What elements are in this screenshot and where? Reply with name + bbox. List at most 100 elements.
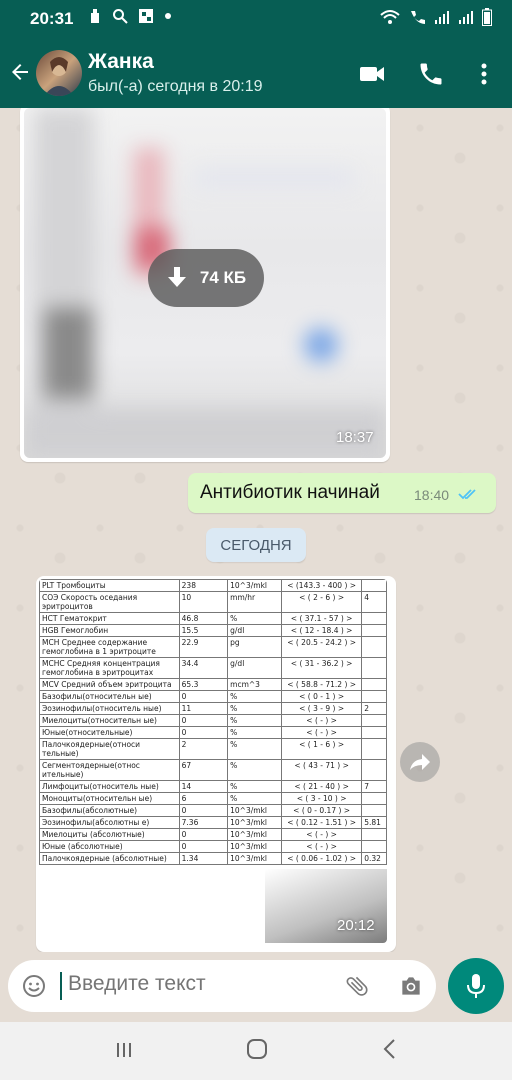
lab-reference-range: < ( 20.5 - 24.2 ) > xyxy=(281,636,363,658)
lab-test-name: MCHC Средняя концентрация гемоглобина в … xyxy=(39,657,180,679)
lab-previous-value xyxy=(361,612,387,625)
table-row: Палочкоядерные(относи тельные) 2% < ( 1 - … xyxy=(39,738,387,760)
signal-icon-2 xyxy=(459,11,473,24)
chat-area[interactable]: 18:37 74 КБ Антибиотик начинай 18:40 СЕГ… xyxy=(0,108,512,952)
lab-reference-range: < ( 58.8 - 71.2 ) > xyxy=(281,678,363,691)
home-icon[interactable] xyxy=(246,1038,268,1060)
contact-name[interactable]: Жанка xyxy=(88,50,154,74)
lab-reference-range: < ( - ) > xyxy=(281,714,363,727)
lab-result-value: 0 xyxy=(178,804,229,817)
lab-reference-range: < ( 0.12 - 1.51 ) > xyxy=(281,816,363,829)
lab-test-name: MCH Среднее содержание гемоглобина в 1 э… xyxy=(39,636,180,658)
lab-previous-value: 4 xyxy=(361,591,387,613)
lab-unit: g/dl xyxy=(227,624,283,637)
nav-back-icon[interactable] xyxy=(380,1038,400,1060)
text-cursor xyxy=(60,972,62,1000)
lab-test-name: Палочкоядерные(относи тельные) xyxy=(39,738,180,760)
lab-test-name: Юные (абсолютные) xyxy=(39,840,180,853)
download-icon xyxy=(167,267,186,287)
lab-unit: % xyxy=(227,702,283,715)
lab-previous-value xyxy=(361,792,387,805)
table-row: Лимфоциты(относитель ные) 14% < ( 21 - 40 … xyxy=(39,780,387,793)
lab-result-value: 11 xyxy=(178,702,229,715)
lab-result-value: 46.8 xyxy=(178,612,229,625)
table-row: Базофилы(абсолютные) 0 10^3/mkl < ( 0 - 0.1… xyxy=(39,804,387,817)
lab-result-value: 0 xyxy=(178,840,229,853)
lab-result-value: 67 xyxy=(178,759,229,781)
lab-previous-value xyxy=(361,759,387,781)
emoji-icon[interactable] xyxy=(22,974,46,998)
download-button[interactable]: 74 КБ xyxy=(148,249,264,307)
lab-unit: % xyxy=(227,612,283,625)
mic-icon xyxy=(467,974,485,998)
lab-unit: % xyxy=(227,792,283,805)
video-call-icon[interactable] xyxy=(358,60,386,88)
more-options-icon[interactable] xyxy=(472,60,496,88)
lab-test-name: Эозинофилы(абсолютны е) xyxy=(39,816,180,829)
phone-call-icon[interactable] xyxy=(417,60,445,88)
table-row: PLT Тромбоциты 238 10^3/mkl < (143.3 - 400 … xyxy=(39,579,387,592)
lab-test-name: HCT Гематокрит xyxy=(39,612,180,625)
lab-test-name: Палочкоядерные (абсолютные) xyxy=(39,852,180,865)
download-size: 74 КБ xyxy=(199,268,247,287)
attach-icon[interactable] xyxy=(344,973,370,999)
avatar[interactable] xyxy=(36,50,82,96)
lab-test-name: Лимфоциты(относитель ные) xyxy=(39,780,180,793)
lab-test-name: Базофилы(относительн ые) xyxy=(39,690,180,703)
lab-test-name: Юные(относительные) xyxy=(39,726,180,739)
table-row: HGB Гемоглобин 15.5 g/dl < ( 12 - 18.4 ) > xyxy=(39,624,387,637)
avatar-image xyxy=(44,57,74,96)
lab-result-value: 238 xyxy=(178,579,229,592)
lab-result-value: 0 xyxy=(178,690,229,703)
lab-result-value: 15.5 xyxy=(178,624,229,637)
lab-unit: g/dl xyxy=(227,657,283,679)
lab-previous-value: 0.32 xyxy=(361,852,387,865)
image-message-table[interactable]: PLT Тромбоциты 238 10^3/mkl < (143.3 - 400 … xyxy=(36,576,396,952)
lab-unit: mcm^3 xyxy=(227,678,283,691)
lab-result-value: 10 xyxy=(178,591,229,613)
chat-header: Жанка был(-а) сегодня в 20:19 xyxy=(0,38,512,108)
read-ticks-icon xyxy=(458,489,476,500)
lab-result-value: 22.9 xyxy=(178,636,229,658)
table-row: Базофилы(относительн ые) 0% < ( 0 - 1 ) > xyxy=(39,690,387,703)
lab-result-value: 0 xyxy=(178,726,229,739)
lab-reference-range: < ( 0 - 1 ) > xyxy=(281,690,363,703)
system-navigation-bar xyxy=(0,1022,512,1080)
lab-reference-range: < ( 0.06 - 1.02 ) > xyxy=(281,852,363,865)
lab-reference-range: < ( 1 - 6 ) > xyxy=(281,738,363,760)
camera-icon[interactable] xyxy=(398,973,424,999)
search-icon xyxy=(113,9,128,24)
signal-icon xyxy=(435,11,449,24)
lab-unit: 10^3/mkl xyxy=(227,828,283,841)
lab-reference-range: < ( - ) > xyxy=(281,726,363,739)
lab-reference-range: < ( - ) > xyxy=(281,828,363,841)
lab-reference-range: < ( 12 - 18.4 ) > xyxy=(281,624,363,637)
lab-test-name: Базофилы(абсолютные) xyxy=(39,804,180,817)
recent-apps-icon[interactable] xyxy=(114,1040,134,1060)
status-time: 20:31 xyxy=(30,9,74,28)
lab-reference-range: < ( 0 - 0.17 ) > xyxy=(281,804,363,817)
lab-previous-value xyxy=(361,579,387,592)
lab-previous-value xyxy=(361,840,387,853)
lab-unit: 10^3/mkl xyxy=(227,840,283,853)
lab-previous-value xyxy=(361,804,387,817)
lab-reference-range: < ( - ) > xyxy=(281,840,363,853)
message-input[interactable] xyxy=(68,972,328,996)
lab-test-name: Миелоциты(относительн ые) xyxy=(39,714,180,727)
lab-test-name: Моноциты(относительн ые) xyxy=(39,792,180,805)
lab-unit: 10^3/mkl xyxy=(227,804,283,817)
back-arrow-icon[interactable] xyxy=(8,60,32,84)
outgoing-message[interactable]: Антибиотик начинай 18:40 xyxy=(188,473,496,513)
lab-previous-value xyxy=(361,726,387,739)
lab-result-value: 2 xyxy=(178,738,229,760)
lab-previous-value xyxy=(361,636,387,658)
table-row: MCV Средний объем эритроцита 65.3 mcm^3 < (… xyxy=(39,678,387,691)
lab-unit: % xyxy=(227,738,283,760)
lab-previous-value xyxy=(361,678,387,691)
lab-test-name: СОЭ Скорость оседания эритроцитов xyxy=(39,591,180,613)
forward-button[interactable] xyxy=(400,742,440,782)
lab-results-image: PLT Тромбоциты 238 10^3/mkl < (143.3 - 400 … xyxy=(39,579,387,943)
mic-button[interactable] xyxy=(448,958,504,1014)
lab-previous-value xyxy=(361,690,387,703)
lab-result-value: 0 xyxy=(178,828,229,841)
